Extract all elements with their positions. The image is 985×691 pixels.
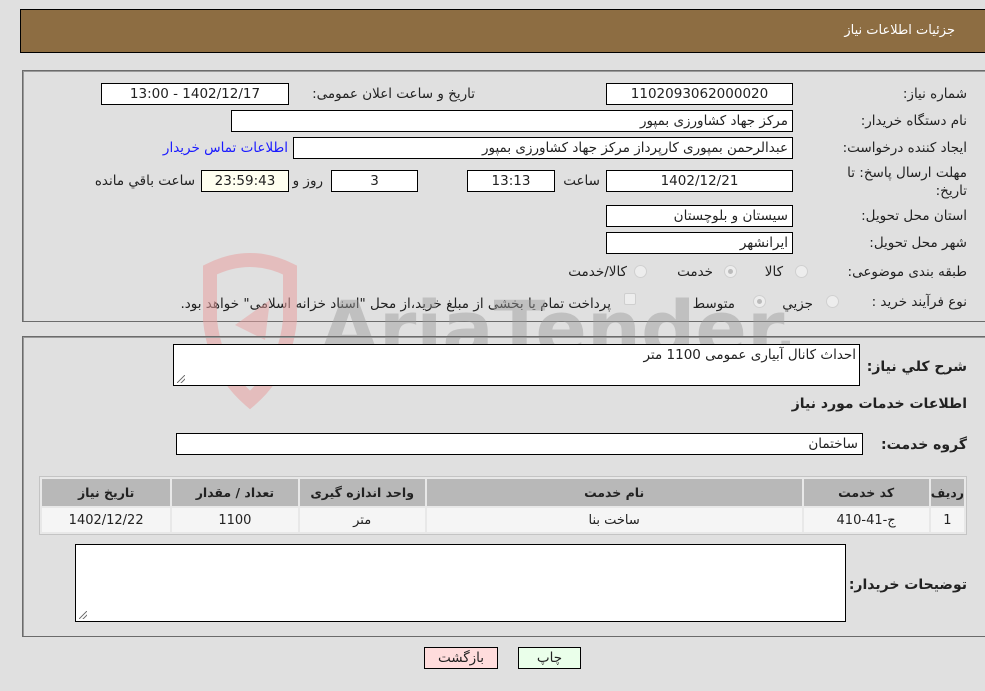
treasury-note: پرداخت تمام یا بخشی از مبلغ خرید،از محل … <box>180 296 611 312</box>
city-label: شهر محل تحویل: <box>869 235 967 251</box>
buyer-org-field: مرکز جهاد کشاورزی بمپور <box>231 110 793 132</box>
category-radio-goods[interactable] <box>795 265 808 278</box>
province-label: استان محل تحویل: <box>861 208 967 224</box>
buyer-notes-label: توضیحات خریدار: <box>848 577 967 593</box>
deadline-time-label: ساعت <box>563 173 600 189</box>
deadline-time-field: 13:13 <box>467 170 555 192</box>
buyer-contact-link[interactable]: اطلاعات تماس خریدار <box>163 140 288 156</box>
category-radio-service[interactable] <box>724 265 737 278</box>
description-label: شرح کلي نیاز: <box>866 359 967 375</box>
table-row: 1 ج-41-410 ساخت بنا متر 1100 1402/12/22 <box>42 508 964 532</box>
purchase-type-option-minor: جزيي <box>782 296 813 312</box>
requester-label: ایجاد کننده درخواست: <box>842 140 967 156</box>
col-header-service-name: نام خدمت <box>426 479 802 506</box>
category-radio-goods-service[interactable] <box>634 265 647 278</box>
remaining-days-field: 3 <box>331 170 418 192</box>
remaining-time-field: 23:59:43 <box>201 170 289 192</box>
purchase-type-label: نوع فرآیند خرید : <box>871 294 967 310</box>
cell-service-code: ج-41-410 <box>803 508 929 532</box>
purchase-type-radio-minor[interactable] <box>826 295 839 308</box>
cell-unit: متر <box>299 508 425 532</box>
col-header-need-date: تاریخ نیاز <box>42 479 171 506</box>
remaining-time-label: ساعت باقي مانده <box>94 173 195 189</box>
services-heading: اطلاعات خدمات مورد نیاز <box>791 396 967 412</box>
col-header-service-code: کد خدمت <box>803 479 929 506</box>
province-field: سیستان و بلوچستان <box>606 205 793 227</box>
requester-field: عبدالرحمن بمپوری کارپرداز مرکز جهاد کشاو… <box>293 137 793 159</box>
category-option-goods-service: کالا/خدمت <box>568 264 627 280</box>
category-label: طبقه بندی موضوعی: <box>847 264 967 280</box>
treasury-checkbox[interactable] <box>624 293 636 305</box>
category-option-goods: کالا <box>764 264 783 280</box>
buyer-org-label: نام دستگاه خریدار: <box>860 113 967 129</box>
deadline-label: مهلت ارسال پاسخ: تا تاریخ: <box>847 165 967 199</box>
col-header-quantity: تعداد / مقدار <box>172 479 298 506</box>
resize-grip-icon[interactable] <box>79 611 87 619</box>
city-field: ایرانشهر <box>606 232 793 254</box>
cell-service-name: ساخت بنا <box>426 508 802 532</box>
page-header: جزئیات اطلاعات نیاز <box>20 9 985 53</box>
cell-need-date: 1402/12/22 <box>42 508 171 532</box>
category-option-service: خدمت <box>677 264 713 280</box>
page-title: جزئیات اطلاعات نیاز <box>844 23 955 38</box>
service-group-field: ساختمان <box>176 433 863 455</box>
back-button[interactable]: بازگشت <box>424 647 498 669</box>
description-text: احداث کانال آبیاری عمومی 1100 متر <box>643 347 856 363</box>
col-header-unit: واحد اندازه گیری <box>299 479 425 506</box>
need-number-field: 1102093062000020 <box>606 83 793 105</box>
col-header-row-number: ردیف <box>930 479 964 506</box>
announce-datetime-field: 1402/12/17 - 13:00 <box>101 83 289 105</box>
purchase-type-option-medium: متوسط <box>692 296 735 312</box>
service-group-label: گروه خدمت: <box>881 437 967 453</box>
resize-grip-icon[interactable] <box>177 375 185 383</box>
purchase-type-radio-medium[interactable] <box>753 295 766 308</box>
days-label: روز و <box>292 173 323 189</box>
deadline-date-field: 1402/12/21 <box>606 170 793 192</box>
table-header-row: ردیف کد خدمت نام خدمت واحد اندازه گیری ت… <box>42 479 964 506</box>
print-button[interactable]: چاپ <box>518 647 581 669</box>
services-table: ردیف کد خدمت نام خدمت واحد اندازه گیری ت… <box>39 476 967 535</box>
announce-datetime-label: تاریخ و ساعت اعلان عمومی: <box>312 86 475 102</box>
description-textarea[interactable]: احداث کانال آبیاری عمومی 1100 متر <box>173 344 860 386</box>
need-number-label: شماره نیاز: <box>902 86 967 102</box>
buyer-notes-textarea[interactable] <box>75 544 846 622</box>
cell-row-number: 1 <box>930 508 964 532</box>
cell-quantity: 1100 <box>172 508 298 532</box>
